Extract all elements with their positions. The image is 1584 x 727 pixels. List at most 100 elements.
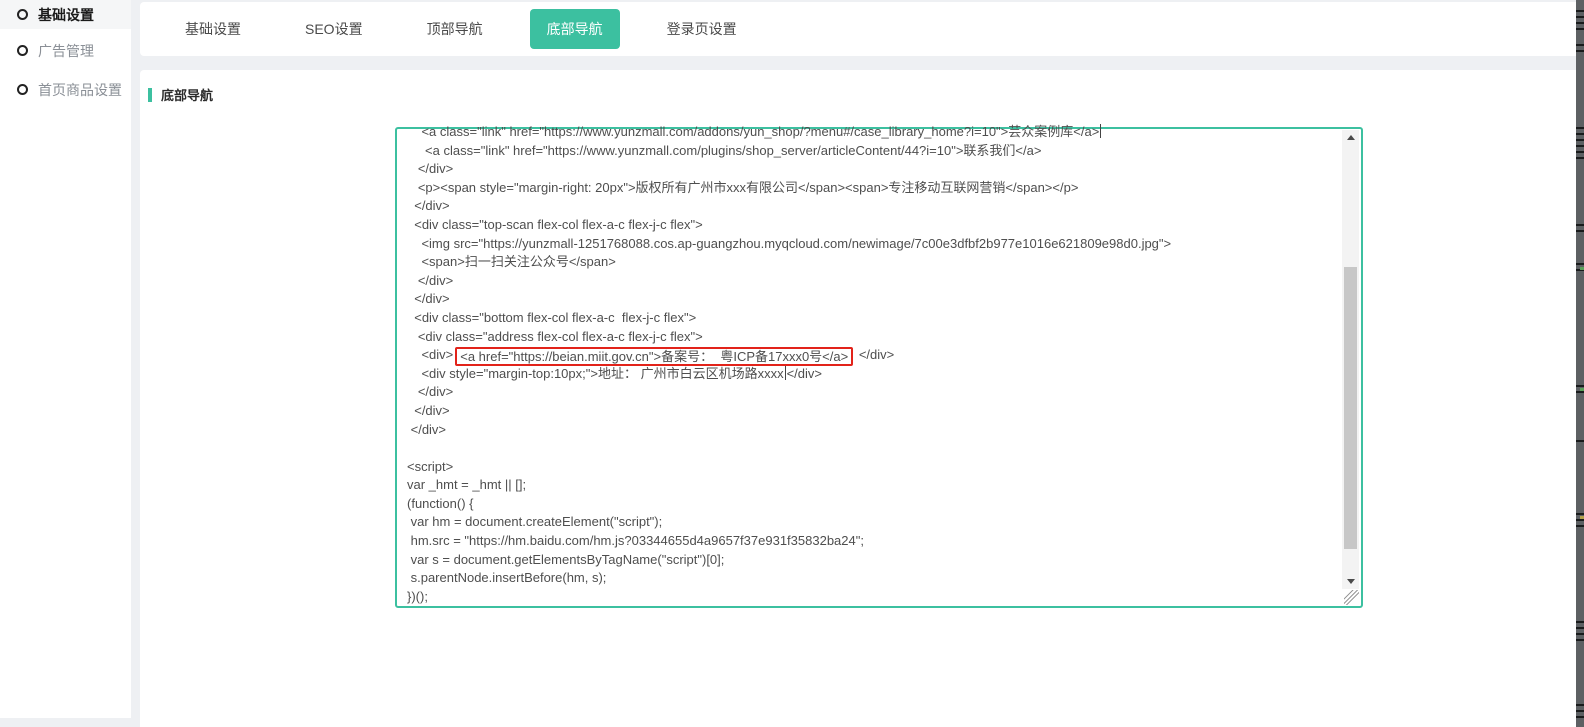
sidebar-item-label: 首页商品设置 bbox=[38, 80, 122, 100]
code-text: </div> bbox=[407, 422, 446, 437]
minimap-tick bbox=[1576, 127, 1584, 129]
code-line: var s = document.getElementsByTagName("s… bbox=[407, 551, 1339, 570]
minimap-tick bbox=[1576, 151, 1584, 153]
code-text: <div style="margin-top:10px;">地址： 广州市白云区… bbox=[407, 366, 784, 381]
code-text: var s = document.getElementsByTagName("s… bbox=[407, 552, 724, 567]
minimap-tick bbox=[1576, 639, 1584, 641]
section-title: 底部导航 bbox=[161, 85, 213, 104]
minimap-tick bbox=[1576, 16, 1584, 18]
code-text: s.parentNode.insertBefore(hm, s); bbox=[407, 570, 606, 585]
sidebar: 基础设置广告管理首页商品设置 bbox=[0, 0, 131, 718]
code-line: <div style="margin-top:10px;">地址： 广州市白云区… bbox=[407, 365, 1339, 384]
code-line: </div> bbox=[407, 402, 1339, 421]
minimap-tick bbox=[1576, 230, 1584, 232]
code-text: (function() { bbox=[407, 496, 473, 511]
code-text: </div> bbox=[787, 366, 822, 381]
code-line: hm.src = "https://hm.baidu.com/hm.js?033… bbox=[407, 532, 1339, 551]
minimap-tick bbox=[1576, 716, 1584, 718]
minimap-tick bbox=[1576, 385, 1584, 387]
code-text: var _hmt = _hmt || []; bbox=[407, 477, 526, 492]
code-line: </div> bbox=[407, 290, 1339, 309]
code-text: </div> bbox=[407, 161, 453, 176]
code-text: </div> bbox=[407, 403, 450, 418]
tab-bar: 基础设置 SEO设置顶部导航底部导航登录页设置 bbox=[140, 2, 1584, 56]
circle-icon bbox=[17, 9, 28, 20]
section-accent-bar bbox=[148, 88, 152, 102]
code-line: <p><span style="margin-right: 20px">版权所有… bbox=[407, 179, 1339, 198]
code-text: var hm = document.createElement("script"… bbox=[407, 514, 662, 529]
code-text: <a class="link" href="https://www.yunzma… bbox=[407, 124, 1099, 139]
code-text: <script> bbox=[407, 459, 453, 474]
code-text: <span>扫一扫关注公众号</span> bbox=[407, 254, 616, 269]
minimap-marker bbox=[1580, 388, 1584, 391]
minimap-marker bbox=[1580, 516, 1584, 519]
circle-icon bbox=[17, 45, 28, 56]
scroll-up-button[interactable] bbox=[1342, 130, 1359, 145]
code-line bbox=[407, 439, 1339, 458]
code-text: <div class="top-scan flex-col flex-a-c f… bbox=[407, 217, 703, 232]
tab-登录页设置[interactable]: 登录页设置 bbox=[650, 9, 754, 49]
content-panel: 底部导航 <a class="link" href="https://www.y… bbox=[140, 70, 1584, 727]
code-line: <div><a href="https://beian.miit.gov.cn"… bbox=[407, 346, 1339, 365]
minimap-tick bbox=[1576, 513, 1584, 515]
sidebar-item[interactable]: 基础设置 bbox=[0, 0, 131, 29]
sidebar-item-label: 广告管理 bbox=[38, 41, 94, 61]
code-line: </div> bbox=[407, 160, 1339, 179]
code-editor-text[interactable]: <a class="link" href="https://www.yunzma… bbox=[407, 123, 1339, 605]
code-line: var _hmt = _hmt || []; bbox=[407, 476, 1339, 495]
minimap-scrollbar[interactable] bbox=[1576, 0, 1584, 727]
code-line: <span>扫一扫关注公众号</span> bbox=[407, 253, 1339, 272]
code-text: })(); bbox=[407, 589, 428, 604]
scrollbar-thumb[interactable] bbox=[1344, 267, 1357, 549]
minimap-tick bbox=[1576, 50, 1584, 52]
code-line: s.parentNode.insertBefore(hm, s); bbox=[407, 569, 1339, 588]
code-line: <div class="bottom flex-col flex-a-c fle… bbox=[407, 309, 1339, 328]
code-text: </div> bbox=[407, 273, 453, 288]
minimap-tick bbox=[1576, 139, 1584, 141]
minimap-tick bbox=[1576, 10, 1584, 12]
code-text: <a class="link" href="https://www.yunzma… bbox=[407, 143, 1041, 158]
minimap-tick bbox=[1576, 704, 1584, 706]
text-caret bbox=[1100, 124, 1101, 138]
code-text: </div> bbox=[407, 198, 450, 213]
code-text: <div class="address flex-col flex-a-c fl… bbox=[407, 329, 703, 344]
minimap-marker bbox=[1580, 267, 1584, 270]
sidebar-item-label: 基础设置 bbox=[38, 5, 94, 25]
scroll-down-button[interactable] bbox=[1342, 574, 1359, 589]
minimap-tick bbox=[1576, 157, 1584, 159]
minimap-tick bbox=[1576, 133, 1584, 135]
highlighted-code: <a href="https://beian.miit.gov.cn">备案号：… bbox=[455, 347, 853, 366]
code-text: <div> bbox=[407, 347, 453, 362]
code-line: <a class="link" href="https://www.yunzma… bbox=[407, 142, 1339, 161]
tab-基础设置[interactable]: 基础设置 bbox=[168, 9, 258, 49]
sidebar-item[interactable]: 广告管理 bbox=[0, 36, 131, 65]
minimap-tick bbox=[1576, 22, 1584, 24]
code-text: </div> bbox=[855, 347, 894, 362]
editor-scrollbar[interactable] bbox=[1342, 130, 1359, 589]
arrow-up-icon bbox=[1347, 135, 1355, 140]
code-line: </div> bbox=[407, 272, 1339, 291]
code-line: </div> bbox=[407, 421, 1339, 440]
code-text: <img src="https://yunzmall-1251768088.co… bbox=[407, 236, 1171, 251]
minimap-tick bbox=[1576, 633, 1584, 635]
footer-nav-code-textarea[interactable]: <a class="link" href="https://www.yunzma… bbox=[395, 127, 1363, 608]
circle-icon bbox=[17, 84, 28, 95]
tab-顶部导航[interactable]: 顶部导航 bbox=[410, 9, 500, 49]
code-text: <p><span style="margin-right: 20px">版权所有… bbox=[407, 180, 1078, 195]
tab-SEO设置[interactable]: SEO设置 bbox=[288, 9, 380, 49]
minimap-tick bbox=[1576, 627, 1584, 629]
textarea-resize-grip-icon[interactable] bbox=[1344, 590, 1359, 605]
code-line: <img src="https://yunzmall-1251768088.co… bbox=[407, 235, 1339, 254]
sidebar-item[interactable]: 首页商品设置 bbox=[0, 75, 131, 104]
minimap-tick bbox=[1576, 391, 1584, 393]
code-line: <div class="address flex-col flex-a-c fl… bbox=[407, 328, 1339, 347]
tab-底部导航[interactable]: 底部导航 bbox=[530, 9, 620, 49]
minimap-tick bbox=[1576, 224, 1584, 226]
code-line: <div class="top-scan flex-col flex-a-c f… bbox=[407, 216, 1339, 235]
text-caret bbox=[785, 366, 786, 380]
minimap-tick bbox=[1576, 440, 1584, 442]
code-line: var hm = document.createElement("script"… bbox=[407, 513, 1339, 532]
code-line: })(); bbox=[407, 588, 1339, 605]
minimap-tick bbox=[1576, 621, 1584, 623]
code-line: (function() { bbox=[407, 495, 1339, 514]
